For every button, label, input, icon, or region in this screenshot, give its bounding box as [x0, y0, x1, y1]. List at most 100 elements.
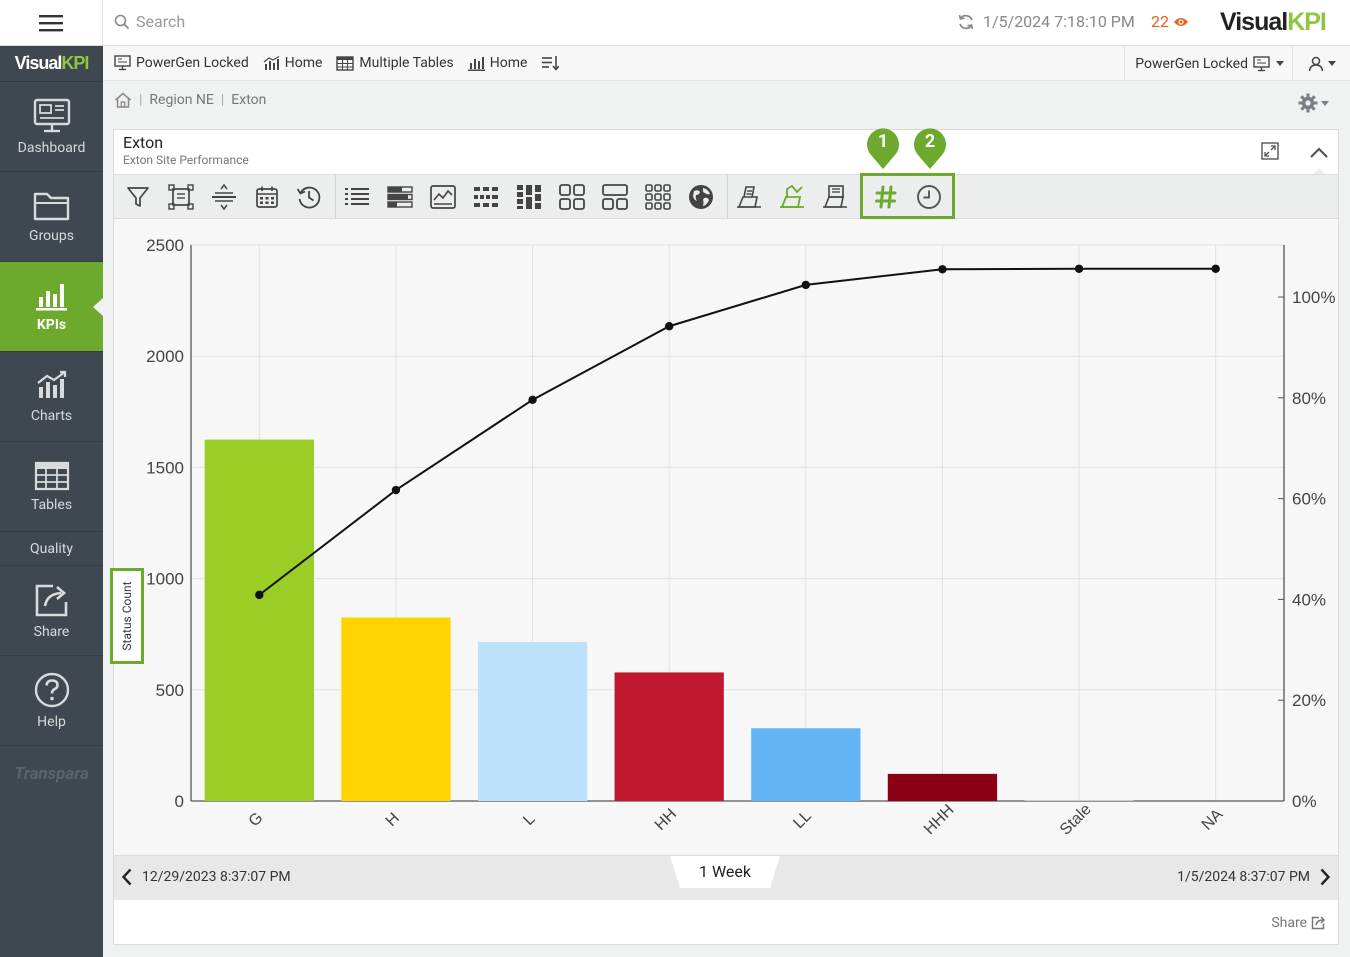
- calendar-button[interactable]: [252, 182, 282, 212]
- breadcrumb-item-site[interactable]: Exton: [231, 92, 266, 108]
- sidebar: Visual KPI Dashboard Groups KPIs Charts T…: [0, 46, 103, 957]
- collapse-button[interactable]: [1306, 138, 1332, 174]
- row-height-button[interactable]: [209, 182, 239, 212]
- trend-view-button[interactable]: [428, 182, 458, 212]
- pareto-chart: 0 500 1000 1500 2000 2500 0% 20% 40% 60% 80% 100% G H…: [110, 219, 1338, 855]
- list-icon: [345, 188, 369, 205]
- cumulative-point: [1074, 264, 1084, 273]
- cumulative-point: [801, 280, 811, 290]
- eye-icon: [1173, 17, 1188, 26]
- time-range-bar: 12/29/2023 8:37:07 PM 1 Week 1/5/2024 8:…: [114, 855, 1338, 900]
- sidebar-item-label: Groups: [29, 227, 74, 244]
- sidebar-item-quality[interactable]: Quality: [0, 532, 103, 566]
- chart-toolbar: [114, 174, 1338, 219]
- time-range-end[interactable]: 1/5/2024 8:37:07 PM: [1177, 868, 1330, 886]
- columns-icon: [517, 185, 541, 209]
- display-options-button[interactable]: [734, 182, 764, 212]
- search-box[interactable]: Search: [114, 12, 185, 31]
- chevron-right-icon[interactable]: [1320, 868, 1330, 886]
- period-selector[interactable]: 1 Week: [670, 856, 780, 888]
- breadcrumb-separator: |: [139, 92, 143, 108]
- split-view-button[interactable]: [600, 182, 630, 212]
- statistics-button[interactable]: [820, 182, 850, 212]
- settings-menu[interactable]: [1298, 93, 1329, 113]
- y2-tick-label: 0%: [1292, 792, 1317, 811]
- brand-logo: VisualKPI: [1220, 8, 1327, 36]
- calendar-icon: [256, 186, 278, 208]
- history-button[interactable]: [294, 182, 324, 212]
- sidebar-item-kpis[interactable]: KPIs: [0, 262, 103, 352]
- transpara-logo: Transpara: [14, 764, 89, 784]
- sidebar-item-charts[interactable]: Charts: [0, 352, 103, 442]
- grid-view-button[interactable]: [557, 182, 587, 212]
- compact-grid-button[interactable]: [643, 182, 673, 212]
- tile-view-button[interactable]: [471, 182, 501, 212]
- nav-link-home-kpis[interactable]: Home: [467, 55, 527, 71]
- panel-subtitle: Exton Site Performance: [123, 153, 249, 167]
- nav-link-home[interactable]: Home: [263, 55, 322, 71]
- toolbar-highlight: [860, 173, 955, 219]
- list-view-button[interactable]: [342, 182, 372, 212]
- menu-button[interactable]: [0, 0, 103, 46]
- y-tick-label: 0: [175, 792, 184, 811]
- x-tick-label: H: [383, 810, 403, 830]
- expand-button[interactable]: [1261, 142, 1279, 164]
- column-view-button[interactable]: [514, 182, 544, 212]
- sidebar-item-tables[interactable]: Tables: [0, 442, 103, 532]
- dashboard-icon: [33, 98, 70, 132]
- kpi-bars-icon: [35, 283, 67, 310]
- user-menu[interactable]: [1292, 46, 1350, 81]
- locked-dashboard-dropdown[interactable]: PowerGen Locked: [1124, 46, 1292, 81]
- pareto-chart-button[interactable]: [777, 182, 807, 212]
- sidebar-item-label: Tables: [30, 496, 73, 513]
- time-range-start[interactable]: 12/29/2023 8:37:07 PM: [122, 868, 291, 886]
- zoom-fit-button[interactable]: [166, 182, 196, 212]
- caret-down-icon: [1321, 100, 1329, 106]
- compact-grid-icon: [645, 184, 671, 210]
- gear-icon: [1298, 93, 1318, 113]
- row-spacing-icon: [212, 184, 236, 210]
- y-axis-label-highlight: Status Count: [110, 568, 144, 664]
- nav-bar: PowerGen Locked Home Multiple Tables Hom…: [103, 46, 1350, 81]
- map-view-button[interactable]: [686, 182, 716, 212]
- search-placeholder[interactable]: Search: [136, 12, 185, 31]
- kpi-panel: Exton Exton Site Performance 1 2 0 500 1…: [110, 128, 1339, 945]
- sidebar-item-label: Share: [33, 623, 70, 640]
- sidebar-item-dashboard[interactable]: Dashboard: [0, 82, 103, 172]
- cumulative-line: [258, 267, 1216, 596]
- y2-tick-label: 20%: [1292, 691, 1326, 710]
- share-link[interactable]: Share: [1271, 915, 1326, 931]
- nav-link-powergen-locked[interactable]: PowerGen Locked: [114, 55, 249, 71]
- bar-list-icon: [387, 186, 413, 208]
- breadcrumb-item-region[interactable]: Region NE: [149, 92, 213, 108]
- cumulative-point: [1211, 264, 1220, 273]
- filter-button[interactable]: [123, 182, 153, 212]
- history-icon: [296, 186, 321, 209]
- y2-tick-label: 60%: [1292, 490, 1326, 509]
- sidebar-item-share[interactable]: Share: [0, 566, 103, 656]
- home-icon[interactable]: [114, 92, 132, 108]
- toolbar-divider: [727, 175, 728, 218]
- bar-view-button[interactable]: [385, 182, 415, 212]
- chart-icon: [263, 55, 280, 70]
- grid-icon: [559, 184, 585, 210]
- y-tick-label: 500: [156, 681, 184, 700]
- bar-l: [477, 641, 588, 801]
- alert-counter[interactable]: 22: [1151, 12, 1189, 31]
- panel-title: Exton: [123, 133, 164, 152]
- caret-down-icon: [1327, 61, 1336, 66]
- cumulative-point: [528, 395, 537, 405]
- chevron-left-icon[interactable]: [122, 868, 132, 886]
- nav-right: PowerGen Locked: [1124, 46, 1350, 81]
- sidebar-item-help[interactable]: Help: [0, 656, 103, 746]
- nav-link-multiple-tables[interactable]: Multiple Tables: [336, 55, 454, 71]
- y-tick-label: 1000: [146, 570, 184, 589]
- dashboard-icon: [1253, 55, 1270, 71]
- bar-stale: [1024, 800, 1134, 801]
- refresh-icon[interactable]: [957, 13, 975, 31]
- sidebar-item-groups[interactable]: Groups: [0, 172, 103, 262]
- nav-sort-button[interactable]: [541, 55, 560, 71]
- refresh-control[interactable]: 1/5/2024 7:18:10 PM: [957, 12, 1135, 31]
- filter-icon: [127, 187, 149, 207]
- bar-ll: [751, 728, 861, 801]
